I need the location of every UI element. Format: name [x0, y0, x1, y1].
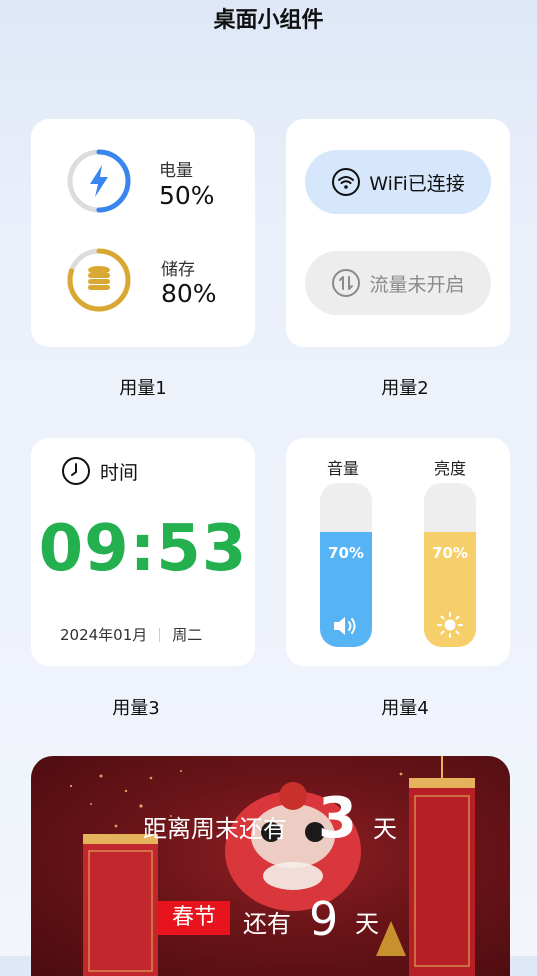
date-row: 2024年01月 周二 [60, 624, 202, 645]
wifi-icon [332, 168, 361, 196]
brightness-value: 70% [432, 544, 468, 563]
volume-slider[interactable]: 70% [320, 483, 372, 647]
clock-icon [62, 457, 90, 485]
clock-header: 时间 [61, 456, 138, 486]
festival-badge: 春节 [158, 901, 230, 935]
data-transfer-icon [332, 269, 361, 297]
date-text: 2024年01月 [60, 626, 148, 644]
battery-value: 50% [159, 181, 215, 210]
storage-label: 储存 [161, 260, 195, 280]
card-caption-2: 用量2 [381, 378, 429, 399]
weekend-countdown-unit: 天 [373, 815, 397, 843]
usage-card-1[interactable]: 电量 50% 储存 80% [31, 119, 255, 347]
sun-icon [424, 611, 476, 639]
storage-ring [67, 248, 131, 312]
weekend-countdown-prefix: 距离周末还有 [143, 815, 287, 843]
lightning-icon [90, 165, 108, 197]
data-label: 流量未开启 [369, 273, 465, 296]
date-divider [159, 627, 161, 642]
clock-title: 时间 [100, 461, 139, 484]
card-caption-1: 用量1 [119, 378, 167, 399]
weekday-text: 周二 [172, 626, 203, 644]
battery-label: 电量 [159, 161, 193, 181]
battery-ring [67, 149, 131, 213]
festival-decoration [69, 756, 475, 976]
page-title: 桌面小组件 [213, 8, 324, 33]
countdown-banner[interactable]: 距离周末还有 3 天 春节 还有 9 天 [31, 756, 510, 976]
current-time: 09:53 [38, 512, 248, 586]
data-toggle-button[interactable]: 流量未开启 [305, 251, 491, 315]
festival-countdown-days: 9 [309, 892, 339, 946]
volume-value: 70% [328, 544, 364, 563]
brightness-slider[interactable]: 70% [424, 483, 476, 647]
coins-stack-icon [88, 266, 110, 290]
usage-card-3[interactable]: 时间 09:53 2024年01月 周二 [31, 438, 255, 666]
usage-card-4[interactable]: 音量 70% 亮度 70% [286, 438, 510, 666]
usage-card-2[interactable]: WiFi已连接 流量未开启 [286, 119, 510, 347]
festival-countdown-unit: 天 [355, 910, 379, 938]
card-caption-4: 用量4 [381, 698, 429, 719]
wifi-label: WiFi已连接 [369, 172, 465, 195]
card-caption-3: 用量3 [112, 698, 160, 719]
wifi-toggle-button[interactable]: WiFi已连接 [305, 150, 491, 214]
speaker-icon [320, 613, 372, 639]
festival-countdown-mid: 还有 [243, 910, 291, 938]
weekend-countdown-days: 3 [318, 786, 357, 851]
volume-label: 音量 [326, 459, 359, 478]
storage-value: 80% [161, 279, 217, 308]
brightness-label: 亮度 [433, 459, 466, 478]
